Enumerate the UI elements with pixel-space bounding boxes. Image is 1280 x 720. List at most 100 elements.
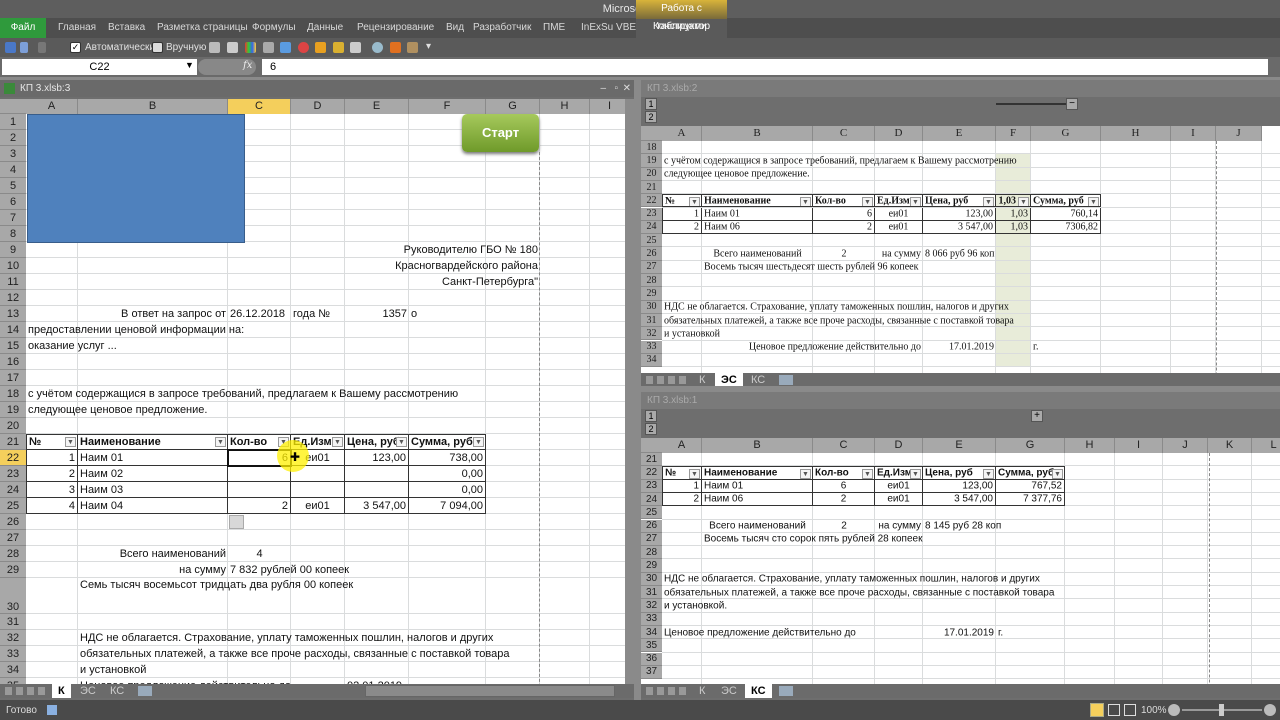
cell-D25[interactable]: еи01	[291, 498, 345, 514]
cell-G9[interactable]: Руководителю ГБО № 180	[404, 242, 540, 258]
toolbar-icon[interactable]	[209, 42, 220, 53]
zoom-out-button[interactable]	[1168, 704, 1180, 716]
paste-options-icon[interactable]	[229, 515, 244, 529]
cell-A30[interactable]: НДС не облагается. Страхование, уплату т…	[662, 301, 1009, 314]
tab-2[interactable]: Вставка	[108, 18, 145, 38]
cell-C24[interactable]	[228, 482, 291, 498]
filter-dropdown-icon[interactable]: ▼	[215, 437, 226, 447]
row-header-29[interactable]: 29	[641, 287, 662, 301]
row-header-33[interactable]: 33	[0, 646, 26, 662]
sheet-nav-prev-icon[interactable]	[16, 687, 23, 695]
cell-D26[interactable]: на сумму	[875, 247, 923, 260]
row-header-21[interactable]: 21	[641, 180, 662, 195]
row-header-24[interactable]: 24	[641, 492, 662, 507]
row-header-26[interactable]: 26	[641, 247, 662, 261]
cell-A23[interactable]: 1	[662, 207, 702, 221]
cell-D24[interactable]: еи01	[875, 492, 923, 507]
tab-file[interactable]: Файл	[0, 18, 46, 38]
sheet-nav-next-icon[interactable]	[668, 687, 675, 695]
sheet-grid[interactable]: A B C D E G H I J K L 21 22 23 24 25 26 27 28 29 30 31 32 33 34 3…	[641, 438, 1280, 684]
zoom-slider-thumb[interactable]	[1219, 704, 1224, 716]
row-header-28[interactable]: 28	[641, 274, 662, 288]
cell-C23[interactable]: 6	[813, 207, 875, 221]
row-header-10[interactable]: 10	[0, 258, 26, 274]
row-header-4[interactable]: 4	[0, 162, 26, 178]
column-header-A[interactable]: A	[662, 438, 702, 453]
sheet-tab-1[interactable]: ЭС	[715, 373, 743, 386]
cell-C26[interactable]: 2	[813, 247, 875, 260]
column-header-B[interactable]: B	[78, 99, 228, 114]
cell-A18[interactable]: с учётом содержащися в запросе требовани…	[26, 386, 458, 402]
cell-E24[interactable]: 3 547,00	[923, 220, 996, 235]
sheet-tab-2[interactable]: КС	[104, 684, 130, 698]
sheet-tab-0[interactable]: К	[693, 684, 711, 698]
cell-C23[interactable]: 6	[813, 479, 875, 493]
outline-level-button[interactable]: 1	[645, 410, 657, 422]
cell-E33[interactable]: 17.01.2019	[923, 341, 996, 354]
filter-dropdown-icon[interactable]: ▼	[983, 197, 994, 207]
toolbar-icon[interactable]	[350, 42, 361, 53]
cell-C24[interactable]: 2	[813, 220, 875, 235]
cell-G34[interactable]: г.	[996, 626, 1065, 639]
column-header-F[interactable]: F	[996, 126, 1031, 141]
table-header-A21[interactable]: № ▼	[26, 434, 78, 450]
name-box-dropdown-icon[interactable]: ▼	[185, 60, 194, 70]
minimize-icon[interactable]: –	[600, 80, 606, 97]
cell-A30[interactable]: НДС не облагается. Страхование, уплату т…	[662, 573, 1040, 586]
row-header-27[interactable]: 27	[641, 260, 662, 274]
column-header-H[interactable]: H	[540, 99, 590, 114]
cell-B25[interactable]: Наим 04	[78, 498, 228, 514]
outline-collapse-button[interactable]: −	[1066, 98, 1078, 110]
sheet-nav-first-icon[interactable]	[646, 376, 653, 384]
cell-G10[interactable]: Красногвардейского района	[395, 258, 540, 274]
sheet-nav-prev-icon[interactable]	[657, 687, 664, 695]
outline-collapse-button[interactable]: +	[1031, 410, 1043, 422]
cell-E24[interactable]: 3 547,00	[923, 492, 996, 507]
column-header-C[interactable]: C	[228, 99, 291, 114]
shield-icon[interactable]	[315, 42, 326, 53]
cell-B22[interactable]: Наим 01	[78, 450, 228, 466]
outline-level-button[interactable]: 2	[645, 423, 657, 435]
row-header-34[interactable]: 34	[641, 625, 662, 640]
manual-calc-checkbox[interactable]	[152, 42, 163, 53]
select-all-corner[interactable]	[641, 438, 662, 453]
filter-dropdown-icon[interactable]: ▼	[1088, 197, 1099, 207]
cell-C23[interactable]	[228, 466, 291, 482]
row-header-2[interactable]: 2	[0, 130, 26, 146]
filter-dropdown-icon[interactable]: ▼	[800, 469, 811, 479]
macro-record-icon[interactable]	[47, 705, 57, 715]
column-header-G[interactable]: G	[1031, 126, 1101, 141]
filter-dropdown-icon[interactable]: ▼	[689, 197, 700, 207]
row-header-19[interactable]: 19	[641, 154, 662, 168]
column-header-J[interactable]: J	[1163, 438, 1208, 453]
filter-dropdown-icon[interactable]: ▼	[862, 469, 873, 479]
column-header-B[interactable]: B	[702, 126, 813, 141]
cell-F24[interactable]: 0,00	[409, 482, 486, 498]
sheet-nav-first-icon[interactable]	[646, 687, 653, 695]
table-header-C22[interactable]: Кол-во ▼	[813, 466, 875, 480]
cell-E23[interactable]: 123,00	[923, 479, 996, 493]
cell-B23[interactable]: Наим 02	[78, 466, 228, 482]
row-header-32[interactable]: 32	[0, 630, 26, 646]
row-header-26[interactable]: 26	[641, 519, 662, 533]
cell-G23[interactable]: 767,52	[996, 479, 1065, 493]
column-header-H[interactable]: H	[1101, 126, 1171, 141]
page-break-icon[interactable]	[1124, 704, 1136, 716]
filter-dropdown-icon[interactable]: ▼	[910, 469, 921, 479]
column-header-K[interactable]: K	[1208, 438, 1252, 453]
cell-B26[interactable]: Всего наименований	[702, 520, 813, 533]
cell-A20[interactable]: следующее ценовое предложение.	[662, 168, 810, 181]
cell-F23[interactable]: 1,03	[996, 207, 1031, 221]
column-header-D[interactable]: D	[875, 438, 923, 453]
row-header-9[interactable]: 9	[0, 242, 26, 258]
cell-D24[interactable]	[291, 482, 345, 498]
cell-E13[interactable]: 1357	[345, 306, 409, 322]
sheet-nav-prev-icon[interactable]	[657, 376, 664, 384]
sheet-tab-0[interactable]: К	[693, 373, 711, 386]
sheet-tab-1[interactable]: ЭС	[715, 684, 743, 698]
column-header-D[interactable]: D	[291, 99, 345, 114]
row-header-3[interactable]: 3	[0, 146, 26, 162]
cell-C25[interactable]: 2	[228, 498, 291, 514]
row-header-30[interactable]: 30	[0, 578, 26, 614]
tab-5[interactable]: Данные	[307, 18, 343, 38]
